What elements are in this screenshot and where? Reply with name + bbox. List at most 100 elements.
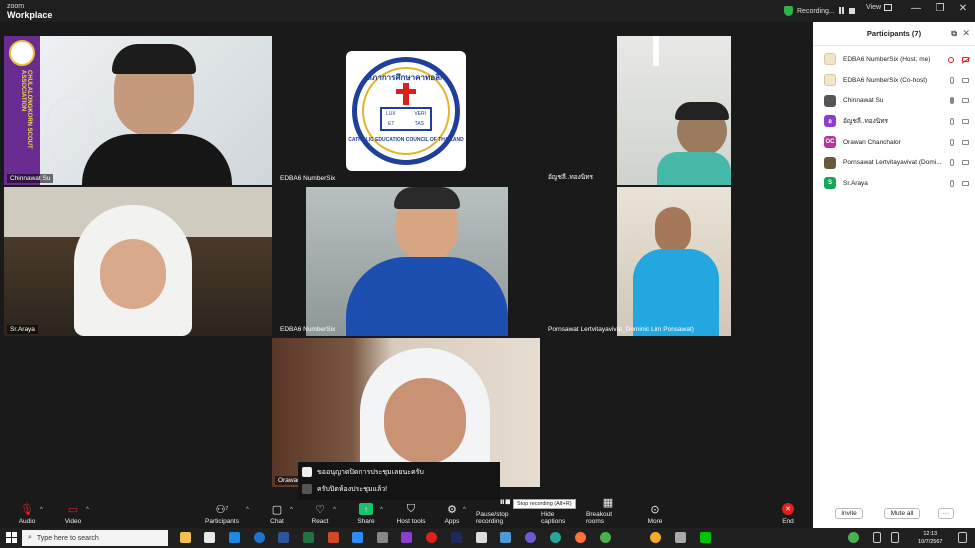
weather-icon[interactable]: [848, 532, 859, 543]
mic-icon[interactable]: [950, 76, 954, 84]
person-face: [384, 378, 466, 464]
app-icon[interactable]: [650, 532, 661, 543]
camera-icon[interactable]: [962, 119, 969, 125]
edge-icon[interactable]: [254, 532, 265, 543]
participant-item[interactable]: อ อัญชลี..ทองนิทร: [813, 111, 975, 132]
zoom-taskbar-icon[interactable]: [352, 532, 363, 543]
participant-item[interactable]: Chinnawat Su: [813, 90, 975, 111]
audio-button[interactable]: 🎙 Audio: [14, 500, 40, 528]
mic-icon[interactable]: [950, 118, 954, 126]
zoom-logo: zoom Workplace: [7, 3, 53, 20]
video-tile-chinnawat[interactable]: CHULALONGKORN SCOUT ASSOCIATION Chinnawa…: [4, 36, 272, 185]
mic-icon[interactable]: [950, 159, 954, 167]
camera-icon[interactable]: [962, 181, 969, 187]
app-icon[interactable]: [550, 532, 561, 543]
mic-icon[interactable]: [950, 180, 954, 188]
blue-shirt: [633, 249, 719, 336]
end-button[interactable]: ✕ End: [778, 500, 798, 528]
app-icon[interactable]: [401, 532, 412, 543]
calendar-icon[interactable]: [204, 532, 215, 543]
stop-icon[interactable]: [848, 8, 855, 14]
chat-button[interactable]: ▢ Chat: [266, 500, 288, 528]
chrome-icon[interactable]: [600, 532, 611, 543]
participant-item[interactable]: EDBA6 NumberSix (Host, me): [813, 49, 975, 70]
close-window-button[interactable]: ✕: [956, 3, 970, 14]
security-shield-icon[interactable]: [784, 6, 793, 16]
apps-button[interactable]: ⚙ Apps: [442, 500, 462, 528]
camera-icon[interactable]: [962, 160, 969, 166]
messenger-icon[interactable]: [525, 532, 536, 543]
camera-off-icon[interactable]: [962, 57, 969, 62]
video-tile-sr-araya[interactable]: Sr.Araya: [4, 187, 272, 336]
apps-caret-icon[interactable]: ^: [463, 507, 466, 513]
close-panel-icon[interactable]: ✕: [962, 28, 970, 39]
view-button[interactable]: View: [866, 4, 893, 11]
recording-indicator[interactable]: Recording...: [784, 4, 855, 18]
invite-button[interactable]: Invite: [835, 508, 863, 519]
participant-item[interactable]: OC Orawan Chanchalor: [813, 132, 975, 153]
photoshop-icon[interactable]: [451, 532, 462, 543]
host-tools-button[interactable]: ⛉ Host tools: [396, 500, 426, 528]
network-icon[interactable]: [873, 532, 881, 543]
camera-icon[interactable]: [962, 98, 969, 104]
chat-icon: ▢: [271, 503, 283, 516]
video-tile-anchalee[interactable]: อัญชลี..ทองนิทร: [542, 36, 808, 185]
audio-caret-icon[interactable]: ^: [40, 507, 43, 513]
breakout-rooms-button[interactable]: ▦ Breakout rooms: [586, 497, 630, 528]
video-button[interactable]: ▭ Video: [60, 500, 86, 528]
participants-button[interactable]: ⚇ 7 Participants: [204, 500, 240, 528]
cec-logo: สภาการศึกษาคาทอลิก LUX VERI ET TAS CATHO…: [346, 51, 466, 171]
line-icon[interactable]: [700, 532, 711, 543]
react-button[interactable]: ♡ React: [309, 500, 331, 528]
app-icon[interactable]: [675, 532, 686, 543]
minimize-button[interactable]: —: [909, 3, 923, 14]
powerpoint-icon[interactable]: [328, 532, 339, 543]
video-tile-edba6-logo[interactable]: สภาการศึกษาคาทอลิก LUX VERI ET TAS CATHO…: [274, 36, 540, 185]
pop-out-icon[interactable]: ⧉: [951, 29, 957, 39]
pause-icon[interactable]: [838, 6, 845, 16]
participant-item[interactable]: S Sr.Araya: [813, 173, 975, 194]
mic-icon[interactable]: [950, 138, 954, 146]
participants-header: Participants (7) ⧉ ✕: [813, 22, 975, 46]
chat-caret-icon[interactable]: ^: [290, 507, 293, 513]
firefox-icon[interactable]: [575, 532, 586, 543]
share-caret-icon[interactable]: ^: [380, 507, 383, 513]
video-caret-icon[interactable]: ^: [86, 507, 89, 513]
app-icon[interactable]: [476, 532, 487, 543]
avatar: [824, 94, 836, 107]
mail-icon[interactable]: [229, 532, 240, 543]
volume-icon[interactable]: [891, 532, 899, 543]
search-icon: ⌕: [28, 534, 32, 541]
caption-avatar-icon: [302, 484, 312, 494]
excel-icon[interactable]: [303, 532, 314, 543]
app-icon[interactable]: [500, 532, 511, 543]
share-button[interactable]: ↑ Share: [354, 500, 378, 528]
file-explorer-icon[interactable]: [180, 532, 191, 543]
mute-all-button[interactable]: Mute all: [884, 508, 920, 519]
windows-start-icon[interactable]: [6, 532, 17, 543]
camera-icon[interactable]: [962, 77, 969, 83]
participant-item[interactable]: EDBA6 NumberSix (Co-host): [813, 70, 975, 91]
participants-caret-icon[interactable]: ^: [246, 507, 249, 513]
taskbar-search[interactable]: ⌕ Type here to search: [22, 530, 168, 546]
participant-item[interactable]: Pornsawat Lertvitayavivat (Domi...: [813, 152, 975, 173]
captions-overlay: ขออนุญาตปิดการประชุมเลยนะครับ ครับปิดห้อ…: [298, 462, 500, 500]
mic-active-icon[interactable]: [950, 97, 954, 105]
more-button[interactable]: ⊙ More: [645, 500, 665, 528]
app-icon[interactable]: [377, 532, 388, 543]
taskbar-clock[interactable]: 12:13 10/7/2567: [918, 530, 942, 546]
maximize-button[interactable]: ❐: [933, 3, 947, 14]
camera-icon[interactable]: [962, 139, 969, 145]
react-caret-icon[interactable]: ^: [333, 507, 336, 513]
app-icon[interactable]: [426, 532, 437, 543]
avatar: [824, 53, 836, 66]
caption-line: ครับปิดห้องประชุมแล้ว!: [302, 482, 387, 496]
video-tile-pornsawat[interactable]: Pornsawat Lertvitayavivat_Dominic Lim Po…: [542, 187, 808, 336]
avatar: OC: [824, 136, 836, 149]
notifications-icon[interactable]: [958, 532, 967, 543]
participants-more-button[interactable]: ···: [938, 508, 954, 519]
avatar: [824, 156, 836, 169]
word-icon[interactable]: [278, 532, 289, 543]
mic-muted-icon[interactable]: [948, 57, 954, 63]
video-tile-edba6[interactable]: EDBA6 NumberSix: [274, 187, 540, 336]
